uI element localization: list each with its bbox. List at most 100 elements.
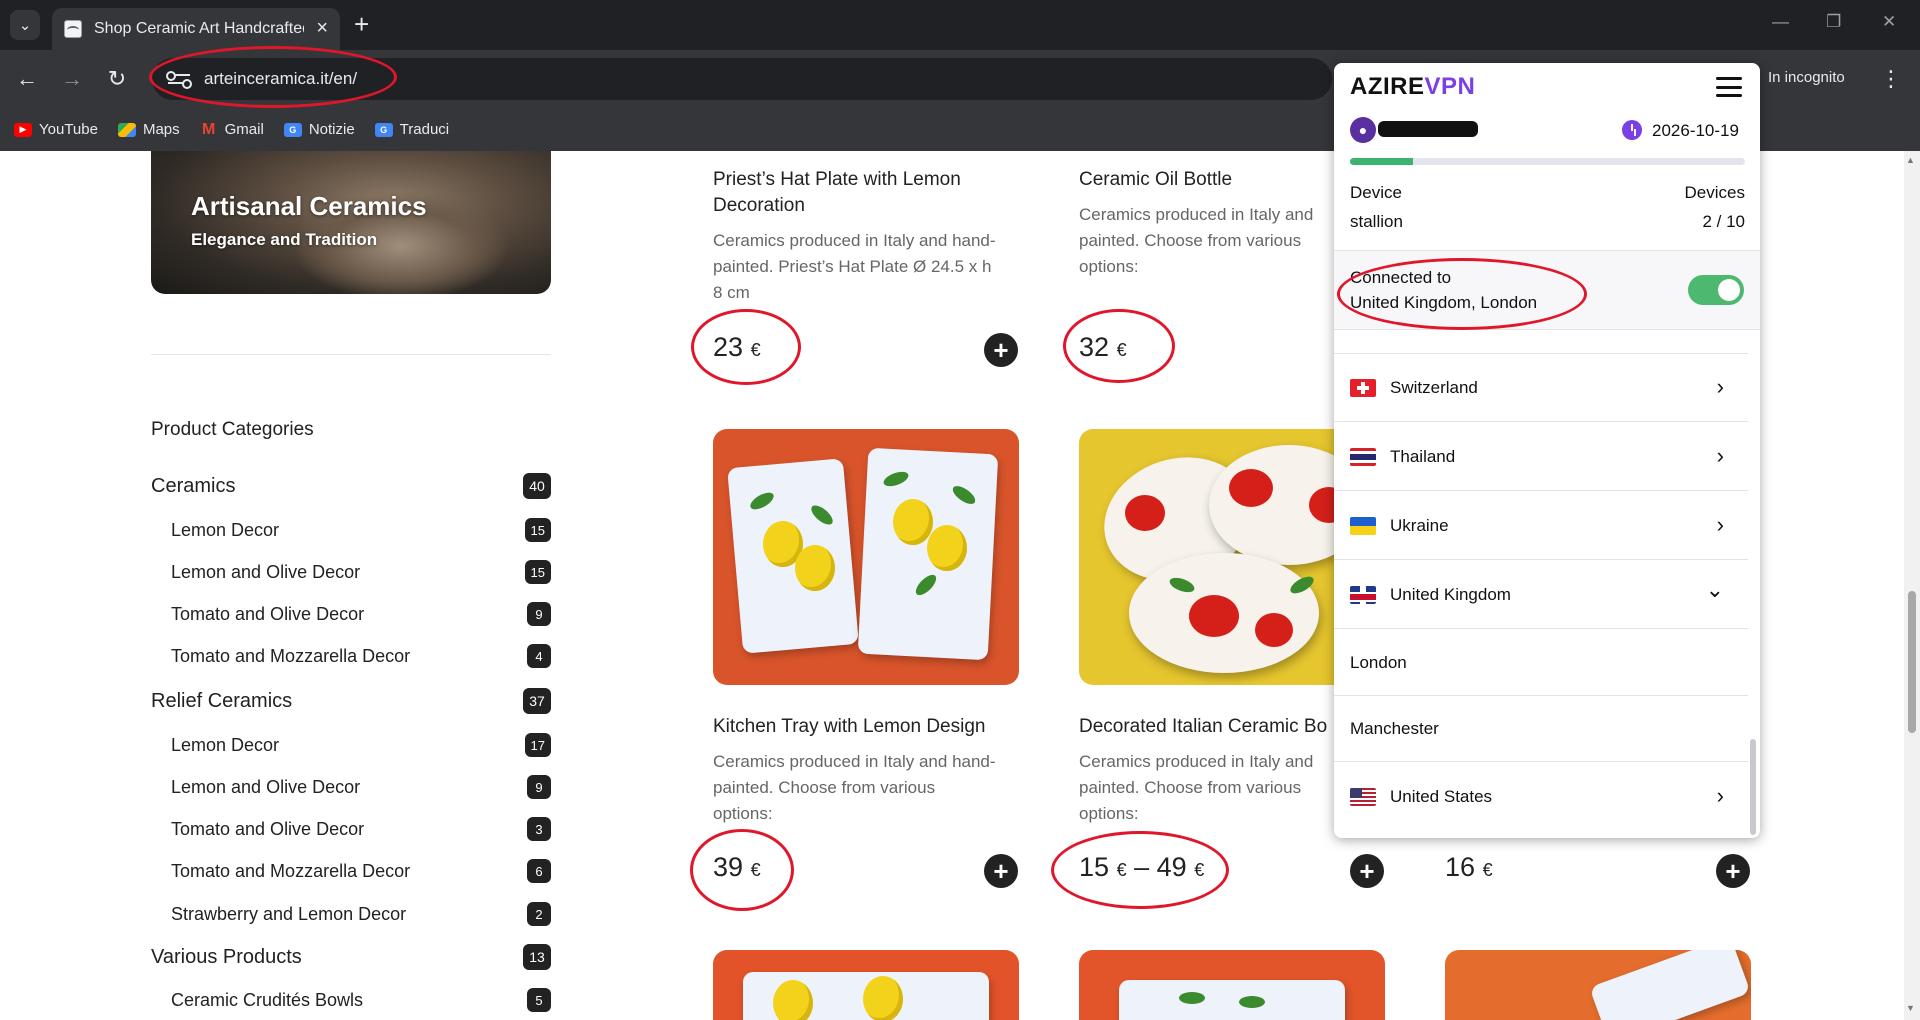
- product-image[interactable]: [713, 950, 1019, 1020]
- category-item[interactable]: Tomato and Mozzarella Decor 6: [151, 859, 551, 883]
- hamburger-menu-icon[interactable]: [1716, 77, 1742, 97]
- tab-strip: ⌄ Shop Ceramic Art Handcrafted C × + — ❐…: [0, 0, 1920, 50]
- category-label: Lemon Decor: [171, 734, 280, 755]
- add-to-cart-button[interactable]: +: [1350, 854, 1384, 888]
- product-title[interactable]: Kitchen Tray with Lemon Design: [713, 714, 985, 740]
- redacted-username: [1378, 121, 1478, 137]
- bookmark-youtube[interactable]: ▶ YouTube: [14, 121, 98, 138]
- scrollbar-thumb[interactable]: [1908, 591, 1916, 733]
- bookmark-traduci[interactable]: G Traduci: [374, 121, 450, 138]
- bookmark-label: YouTube: [39, 121, 98, 138]
- annotation-circle: [691, 309, 801, 385]
- product-title[interactable]: Ceramic Oil Bottle: [1079, 167, 1232, 193]
- annotation-circle: [1063, 309, 1175, 383]
- chevron-right-icon: ›: [1716, 783, 1724, 808]
- category-item[interactable]: Strawberry and Lemon Decor 2: [151, 902, 551, 926]
- tab-search-button[interactable]: ⌄: [10, 10, 40, 40]
- location-item-united-states[interactable]: United States ›: [1334, 763, 1748, 831]
- annotation-circle: [690, 829, 794, 911]
- category-label: Lemon and Olive Decor: [171, 561, 361, 582]
- sidebar-divider: [151, 354, 551, 355]
- product-image[interactable]: [713, 429, 1019, 685]
- category-count-badge: 9: [527, 775, 551, 799]
- product-image[interactable]: [1445, 950, 1751, 1020]
- category-item[interactable]: Lemon Decor 15: [151, 518, 551, 542]
- bookmark-label: Traduci: [399, 121, 450, 138]
- flag-ukraine-icon: [1350, 516, 1376, 535]
- add-to-cart-button[interactable]: +: [984, 854, 1018, 888]
- location-item-ukraine[interactable]: Ukraine ›: [1334, 492, 1748, 560]
- close-icon[interactable]: ×: [316, 18, 328, 38]
- cat-avatar-icon: ●: [1350, 117, 1376, 143]
- close-window-icon[interactable]: ✕: [1882, 12, 1896, 32]
- scroll-up-icon[interactable]: ▲: [1906, 155, 1915, 165]
- usage-progress-bar: [1350, 158, 1745, 165]
- restore-icon[interactable]: ❐: [1826, 12, 1841, 32]
- category-label: Tomato and Olive Decor: [171, 603, 365, 624]
- category-count-badge: 3: [527, 817, 551, 841]
- category-count-badge: 5: [527, 988, 551, 1012]
- forward-icon[interactable]: →: [57, 64, 87, 94]
- add-to-cart-button[interactable]: +: [984, 333, 1018, 367]
- category-label: Strawberry and Lemon Decor: [171, 903, 407, 924]
- category-count-badge: 17: [524, 733, 551, 757]
- scroll-down-icon[interactable]: ▼: [1906, 1003, 1915, 1013]
- vpn-connection-toggle[interactable]: [1688, 275, 1744, 305]
- category-item[interactable]: Tomato and Olive Decor 3: [151, 817, 551, 841]
- category-item[interactable]: Lemon Decor 17: [151, 733, 551, 757]
- incognito-label[interactable]: In incognito: [1768, 69, 1845, 86]
- hero-subtitle: Elegance and Tradition: [191, 230, 378, 249]
- vpn-extension-popup: AZIREVPN ● 2026-10-19 Device Devices sta…: [1334, 63, 1760, 838]
- location-item-switzerland[interactable]: Switzerland ›: [1334, 354, 1748, 422]
- bookmark-maps[interactable]: Maps: [117, 121, 180, 138]
- product-title[interactable]: Priest’s Hat Plate with Lemon Decoration: [713, 167, 961, 219]
- location-city-manchester[interactable]: Manchester: [1334, 696, 1748, 762]
- category-count-badge: 37: [523, 688, 551, 714]
- chevron-right-icon: ›: [1716, 443, 1724, 468]
- category-item[interactable]: Tomato and Olive Decor 9: [151, 602, 551, 626]
- location-item-thailand[interactable]: Thailand ›: [1334, 423, 1748, 491]
- back-icon[interactable]: ←: [12, 64, 42, 94]
- bookmark-notizie[interactable]: G Notizie: [283, 121, 355, 138]
- reload-icon[interactable]: ↻: [102, 64, 132, 94]
- minimize-icon[interactable]: —: [1772, 12, 1789, 32]
- maps-icon: [117, 122, 136, 137]
- browser-tab[interactable]: Shop Ceramic Art Handcrafted C ×: [52, 8, 340, 50]
- vpn-list-scrollbar[interactable]: [1750, 739, 1756, 835]
- hero-banner[interactable]: Artisanal Ceramics Elegance and Traditio…: [151, 151, 551, 294]
- category-item[interactable]: Ceramics 40: [151, 473, 551, 499]
- flag-thailand-icon: [1350, 447, 1376, 466]
- category-item[interactable]: Various Products 13: [151, 944, 551, 970]
- clock-icon: [1622, 120, 1642, 140]
- category-label: Tomato and Mozzarella Decor: [171, 645, 411, 666]
- product-title[interactable]: Decorated Italian Ceramic Bo: [1079, 714, 1327, 740]
- annotation-circle: [1337, 258, 1587, 330]
- product-image[interactable]: [1079, 950, 1385, 1020]
- location-city-london[interactable]: London: [1334, 630, 1748, 696]
- page-scrollbar[interactable]: [1904, 151, 1920, 1020]
- tab-title: Shop Ceramic Art Handcrafted C: [94, 20, 304, 37]
- bookmark-gmail[interactable]: M Gmail: [200, 121, 264, 139]
- category-item[interactable]: Relief Ceramics 37: [151, 688, 551, 714]
- category-item[interactable]: Lemon and Olive Decor 15: [151, 560, 551, 584]
- translate-icon: G: [374, 122, 393, 137]
- bookmark-label: Notizie: [308, 121, 355, 138]
- city-name: Manchester: [1350, 718, 1439, 738]
- new-tab-button[interactable]: +: [354, 11, 369, 37]
- category-count-badge: 13: [523, 944, 551, 970]
- more-options-icon[interactable]: ⋮: [1880, 64, 1902, 94]
- categories-heading: Product Categories: [151, 419, 314, 440]
- location-name: Thailand: [1390, 446, 1456, 466]
- add-to-cart-button[interactable]: +: [1716, 854, 1750, 888]
- annotation-circle: [1051, 831, 1229, 909]
- flag-switzerland-icon: [1350, 378, 1376, 397]
- category-item[interactable]: Tomato and Mozzarella Decor 4: [151, 644, 551, 668]
- location-name: Ukraine: [1390, 515, 1449, 535]
- category-item[interactable]: Ceramic Crudités Bowls 5: [151, 988, 551, 1012]
- category-item[interactable]: Lemon and Olive Decor 9: [151, 775, 551, 799]
- location-item-united-kingdom[interactable]: United Kingdom ⌄: [1334, 561, 1748, 629]
- flag-us-icon: [1350, 788, 1376, 806]
- device-name: stallion: [1350, 212, 1403, 231]
- news-icon: G: [283, 122, 302, 137]
- device-label: Device: [1350, 183, 1402, 202]
